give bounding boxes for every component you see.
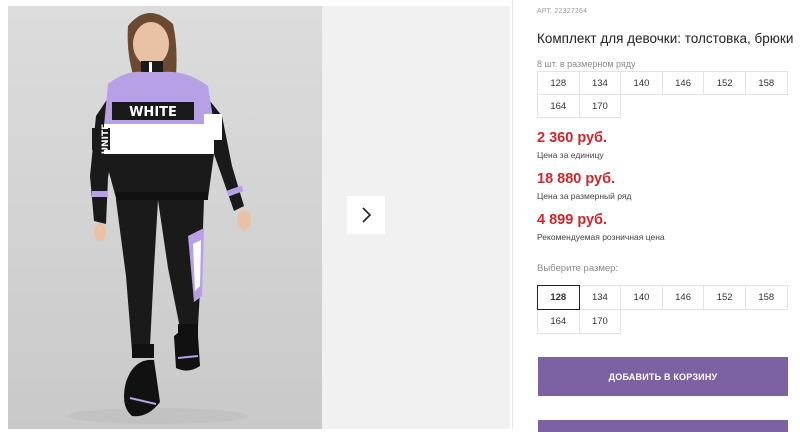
sleeve-print-left: UNITE <box>101 124 111 154</box>
girl-tracksuit-illustration: WHITE UNITE <box>68 12 251 424</box>
size-row-cell: 164 <box>537 94 580 118</box>
size-option-128[interactable]: 128 <box>537 285 580 310</box>
size-row-cell: 158 <box>744 71 788 95</box>
size-row-cell: 152 <box>703 71 746 95</box>
size-row-cell: 146 <box>661 71 705 95</box>
size-row-cell: 134 <box>578 71 622 95</box>
size-row-cell: 128 <box>537 71 580 95</box>
product-photo[interactable]: WHITE UNITE <box>8 6 322 429</box>
size-row-grid: 128 134 140 146 152 158 164 170 <box>537 71 800 118</box>
product-gallery: WHITE UNITE <box>0 0 512 429</box>
unit-price-label: Цена за единицу <box>537 150 604 160</box>
size-option-158[interactable]: 158 <box>744 285 788 310</box>
size-option-152[interactable]: 152 <box>703 285 746 310</box>
size-option-164[interactable]: 164 <box>537 309 580 334</box>
size-row-cell: 140 <box>620 71 663 95</box>
size-row-cell: 170 <box>578 94 622 118</box>
retail-price: 4 899 руб. <box>537 212 608 228</box>
size-row-caption: 8 шт. в размерном ряду <box>537 59 636 69</box>
size-option-134[interactable]: 134 <box>578 285 622 310</box>
secondary-action-button[interactable] <box>538 420 788 432</box>
panel-divider <box>512 0 513 429</box>
size-option-140[interactable]: 140 <box>620 285 663 310</box>
gallery-next-button[interactable] <box>347 196 385 234</box>
size-option-146[interactable]: 146 <box>661 285 705 310</box>
choose-size-label: Выберите размер: <box>537 263 619 274</box>
size-option-170[interactable]: 170 <box>578 309 622 334</box>
chevron-right-icon <box>362 207 372 223</box>
row-price: 18 880 руб. <box>537 171 616 187</box>
chest-print-text: WHITE <box>129 105 177 120</box>
unit-price: 2 360 руб. <box>537 130 608 146</box>
add-to-cart-button[interactable]: ДОБАВИТЬ В КОРЗИНУ <box>538 357 788 396</box>
product-info-panel: АРТ. 22327264 Комплект для девочки: толс… <box>537 0 800 432</box>
retail-price-label: Рекомендуемая розничная цена <box>537 232 665 242</box>
product-title: Комплект для девочки: толстовка, брюки <box>537 31 794 46</box>
size-selector: 128 134 140 146 152 158 164 170 <box>537 285 800 334</box>
row-price-label: Цена за размерный ряд <box>537 191 632 201</box>
article-number: АРТ. 22327264 <box>537 8 588 15</box>
